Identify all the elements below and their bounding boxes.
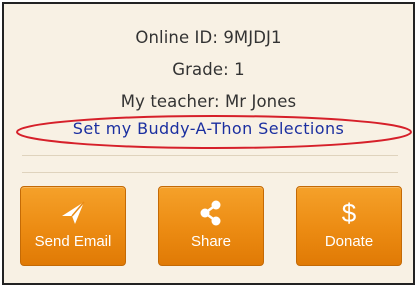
- send-email-label: Send Email: [34, 233, 112, 250]
- share-label: Share: [190, 233, 232, 250]
- dollar-glyph: $: [341, 198, 357, 228]
- donate-label: Donate: [324, 233, 374, 250]
- teacher-text: My teacher: Mr Jones: [120, 92, 297, 111]
- divider: [22, 155, 398, 156]
- donate-button[interactable]: $ Donate: [296, 186, 402, 266]
- student-profile-panel: Online ID: 9MJDJ1 Grade: 1 My teacher: M…: [2, 2, 415, 285]
- online-id-text: Online ID: 9MJDJ1: [135, 28, 282, 47]
- grade-text: Grade: 1: [172, 60, 245, 79]
- share-icon: [159, 199, 263, 227]
- divider: [22, 172, 398, 173]
- send-email-button[interactable]: Send Email: [20, 186, 126, 266]
- paper-plane-icon: [21, 199, 125, 227]
- buddy-a-thon-selections-link[interactable]: Set my Buddy-A-Thon Selections: [4, 119, 413, 138]
- dollar-icon: $: [297, 199, 401, 227]
- share-button[interactable]: Share: [158, 186, 264, 266]
